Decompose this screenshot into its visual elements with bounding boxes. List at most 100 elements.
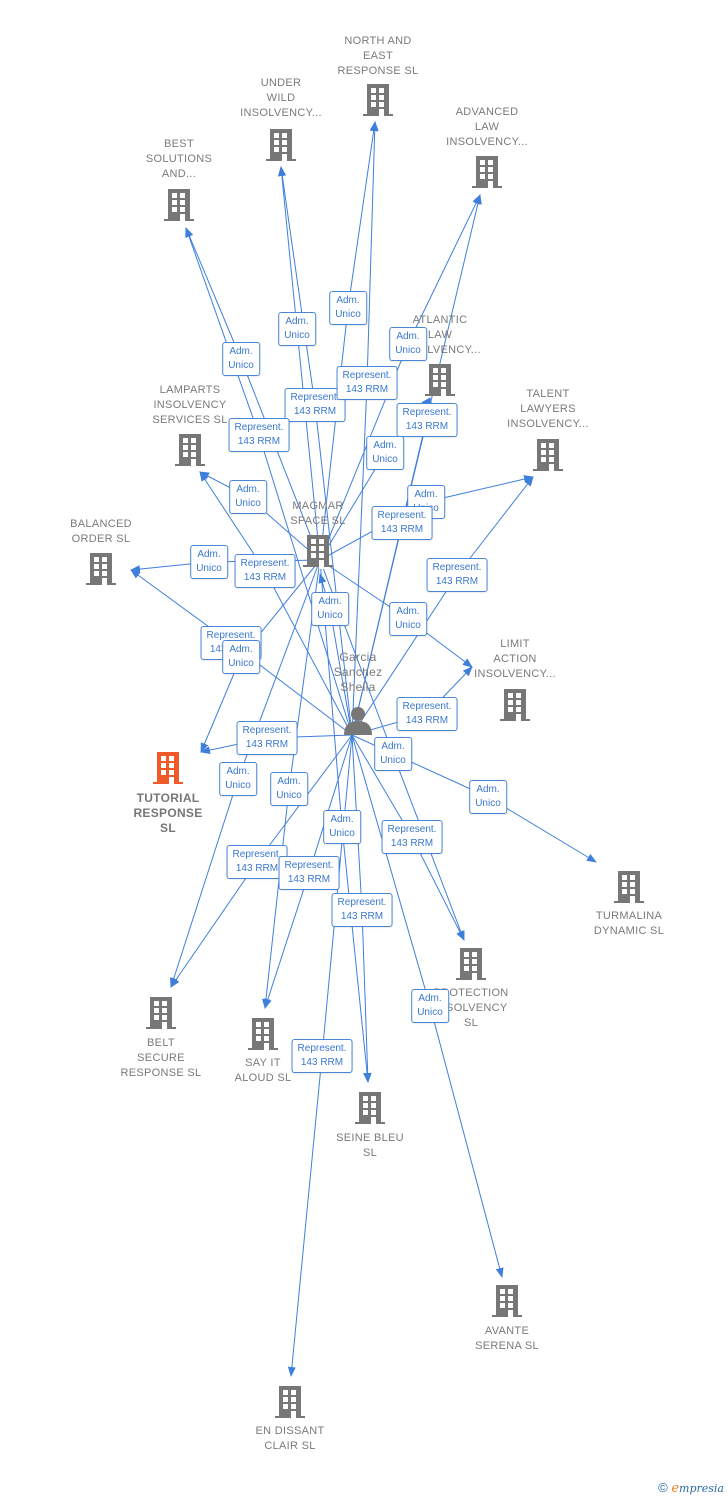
- node-label-line: BEST: [164, 138, 194, 150]
- node-label-line: ACTION: [493, 653, 537, 665]
- relation-label[interactable]: Adm. Unico: [270, 772, 308, 806]
- relation-label-line: Adm.: [318, 596, 342, 607]
- building-icon[interactable]: [425, 364, 455, 398]
- relation-label[interactable]: Adm. Unico: [389, 602, 427, 636]
- relation-label[interactable]: Adm. Unico: [323, 810, 361, 844]
- relation-label[interactable]: Adm. Unico: [278, 312, 316, 346]
- node-label-line: AVANTE: [484, 1325, 530, 1337]
- node-label-limit[interactable]: LIMIT ACTION INSOLVENCY...: [450, 637, 580, 682]
- node-label-turmalina[interactable]: TURMALINA DYNAMIC SL: [564, 909, 694, 939]
- relation-label-line: 143 RRM: [235, 863, 279, 874]
- relation-label[interactable]: Adm. Unico: [222, 342, 260, 376]
- building-icon[interactable]: [614, 871, 644, 905]
- building-icon[interactable]: [146, 997, 176, 1031]
- relation-label-line: Represent.: [402, 701, 452, 712]
- relation-label[interactable]: Adm. Unico: [219, 762, 257, 796]
- relation-label[interactable]: Represent. 143 RRM: [291, 1039, 353, 1073]
- relation-label-line: Unico: [284, 330, 310, 341]
- relation-label[interactable]: Represent. 143 RRM: [278, 856, 340, 890]
- node-label-avante[interactable]: AVANTE SERENA SL: [442, 1324, 572, 1354]
- relation-label[interactable]: Adm. Unico: [366, 436, 404, 470]
- node-label-line: BELT: [147, 1037, 175, 1049]
- relation-label-line: Unico: [228, 360, 254, 371]
- node-label-magmar[interactable]: MAGMAR SPACE SL: [253, 499, 383, 529]
- node-label-person[interactable]: Garcia Sanchez Sheila: [293, 650, 423, 695]
- relation-label[interactable]: Adm. Unico: [222, 640, 260, 674]
- node-label-line: Garcia: [339, 650, 377, 664]
- node-label-seine[interactable]: SEINE BLEU SL: [305, 1131, 435, 1161]
- node-label-line: NORTH AND: [344, 35, 412, 47]
- node-label-line: RESPONSE: [133, 806, 203, 820]
- node-label-endissant[interactable]: EN DISSANT CLAIR SL: [225, 1424, 355, 1454]
- relation-label-line: 143 RRM: [435, 576, 479, 587]
- building-icon[interactable]: [533, 439, 563, 473]
- relation-label[interactable]: Adm. Unico: [190, 545, 228, 579]
- node-label-best[interactable]: BEST SOLUTIONS AND...: [114, 137, 244, 182]
- node-label-belt[interactable]: BELT SECURE RESPONSE SL: [96, 1036, 226, 1081]
- relation-label-line: 143 RRM: [293, 406, 337, 417]
- node-label-line: INSOLVENCY: [153, 399, 227, 411]
- relation-label[interactable]: Adm. Unico: [469, 780, 507, 814]
- relation-label-line: 143 RRM: [300, 1057, 344, 1068]
- relation-label-line: Unico: [228, 658, 254, 669]
- relation-label[interactable]: Represent. 143 RRM: [336, 366, 398, 400]
- node-label-underwild[interactable]: UNDER WILD INSOLVENCY...: [216, 76, 346, 121]
- relation-label-line: 143 RRM: [380, 524, 424, 535]
- relation-label-line: Adm.: [396, 606, 420, 617]
- node-label-balanced[interactable]: BALANCED ORDER SL: [36, 517, 166, 547]
- relation-label-line: Unico: [395, 620, 421, 631]
- relation-label-line: Adm.: [373, 440, 397, 451]
- relation-label[interactable]: Represent. 143 RRM: [426, 558, 488, 592]
- building-icon[interactable]: [164, 189, 194, 223]
- building-icon[interactable]: [275, 1386, 305, 1420]
- relation-label-line: Adm.: [414, 489, 438, 500]
- relation-label[interactable]: Adm. Unico: [229, 480, 267, 514]
- relation-label[interactable]: Adm. Unico: [311, 592, 349, 626]
- relation-label[interactable]: Represent. 143 RRM: [381, 820, 443, 854]
- relation-label[interactable]: Represent. 143 RRM: [371, 506, 433, 540]
- relation-label[interactable]: Represent. 143 RRM: [396, 403, 458, 437]
- relation-label[interactable]: Represent. 143 RRM: [331, 893, 393, 927]
- relation-label[interactable]: Adm. Unico: [389, 327, 427, 361]
- node-label-line: LAW: [474, 121, 500, 133]
- node-label-talent[interactable]: TALENT LAWYERS INSOLVENCY...: [483, 387, 613, 432]
- building-icon[interactable]: [363, 84, 393, 118]
- building-icon[interactable]: [456, 948, 486, 982]
- relation-label[interactable]: Adm. Unico: [374, 737, 412, 771]
- relation-label[interactable]: Represent. 143 RRM: [228, 418, 290, 452]
- building-icon[interactable]: [500, 689, 530, 723]
- relation-label-line: Represent.: [337, 897, 387, 908]
- node-label-line: ORDER SL: [71, 533, 131, 545]
- building-icon[interactable]: [266, 129, 296, 163]
- building-icon[interactable]: [248, 1018, 278, 1052]
- building-icon[interactable]: [492, 1285, 522, 1319]
- building-icon[interactable]: [472, 156, 502, 190]
- relation-label-line: Unico: [372, 454, 398, 465]
- node-label-line: AND...: [161, 168, 197, 180]
- building-icon[interactable]: [175, 434, 205, 468]
- relation-label-line: Adm.: [229, 346, 253, 357]
- node-label-line: Sanchez: [333, 665, 383, 679]
- relation-label[interactable]: Adm. Unico: [411, 989, 449, 1023]
- node-label-tutorial[interactable]: TUTORIAL RESPONSE SL: [103, 791, 233, 836]
- relation-label[interactable]: Represent. 143 RRM: [396, 697, 458, 731]
- highlighted-building-icon[interactable]: [153, 752, 183, 786]
- relation-label-line: Represent.: [232, 849, 282, 860]
- relation-label-line: Adm.: [285, 316, 309, 327]
- relation-label[interactable]: Adm. Unico: [329, 291, 367, 325]
- building-icon[interactable]: [303, 535, 333, 569]
- relation-label[interactable]: Represent. 143 RRM: [236, 721, 298, 755]
- relation-label-line: Adm.: [229, 644, 253, 655]
- node-label-north[interactable]: NORTH AND EAST RESPONSE SL: [313, 34, 443, 79]
- building-icon[interactable]: [355, 1092, 385, 1126]
- building-icon[interactable]: [86, 553, 116, 587]
- relation-label-line: Adm.: [418, 993, 442, 1004]
- node-label-advanced[interactable]: ADVANCED LAW INSOLVENCY...: [422, 105, 552, 150]
- relation-label-line: 143 RRM: [405, 715, 449, 726]
- relation-label-line: Represent.: [402, 407, 452, 418]
- relation-label[interactable]: Represent. 143 RRM: [234, 554, 296, 588]
- relation-label-line: Unico: [417, 1007, 443, 1018]
- edge-person-north: [351, 121, 379, 736]
- node-label-line: Sheila: [340, 680, 376, 694]
- relation-label-line: 143 RRM: [287, 874, 331, 885]
